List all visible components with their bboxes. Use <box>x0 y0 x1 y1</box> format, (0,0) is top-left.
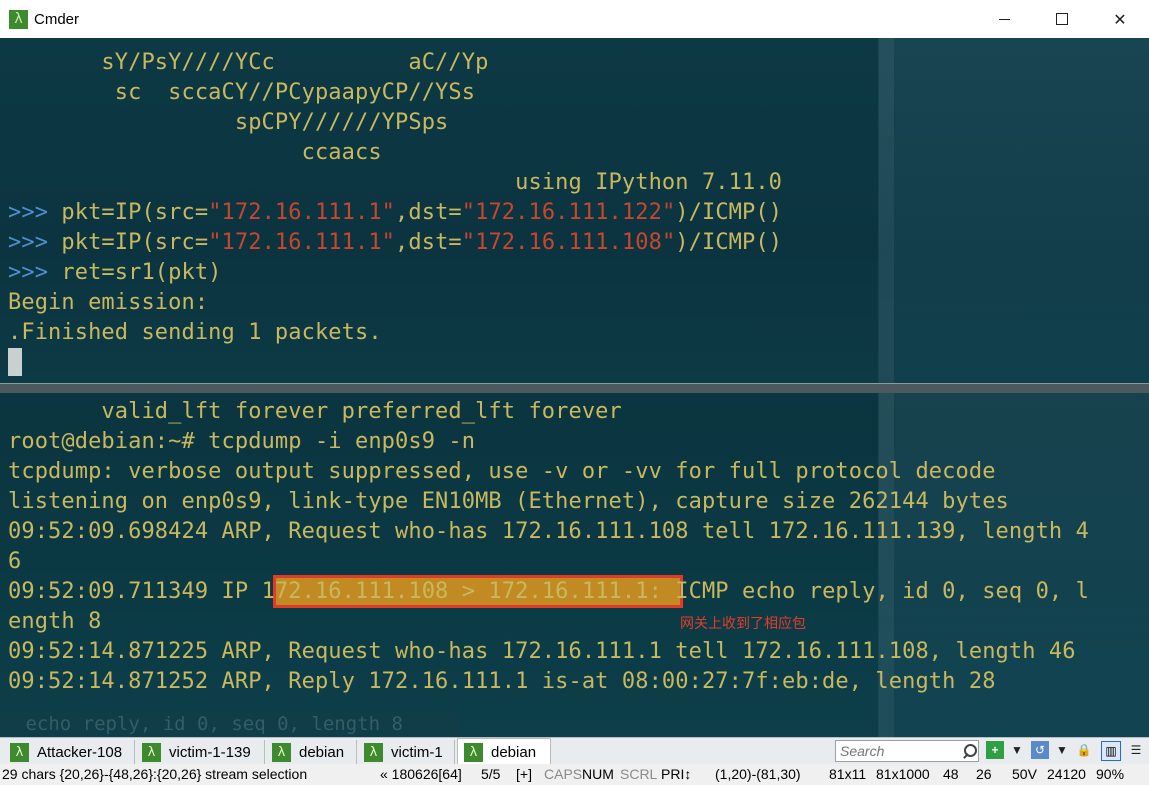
tab-victim-1[interactable]: λ victim-1 <box>358 740 455 764</box>
tab-label: Attacker-108 <box>37 743 123 761</box>
packet-info: : ICMP echo reply, id 0, seq 0, l <box>648 579 1089 604</box>
plus-indicator: [+] <box>516 766 532 782</box>
terminal-line-8: ength 8 <box>8 609 102 634</box>
tab-bar: λ Attacker-108 λ victim-1-139 λ debian λ… <box>0 737 1149 766</box>
command-line-2: >>> pkt=IP(src="172.16.111.1",dst="172.1… <box>8 230 782 255</box>
command-line-3: >>> ret=sr1(pkt) <box>8 260 222 285</box>
code-text: ,dst= <box>395 230 462 255</box>
maximize-button[interactable] <box>1033 0 1091 38</box>
restore-icon[interactable]: ↺ <box>1031 741 1049 759</box>
tab-debian-active[interactable]: λ debian <box>457 738 551 766</box>
tab-attacker-108[interactable]: λ Attacker-108 <box>4 740 135 764</box>
console-pane-bottom[interactable]: valid_lft forever preferred_lft forever … <box>0 393 1149 737</box>
lambda-icon: λ <box>10 742 29 762</box>
search-input[interactable] <box>836 742 960 760</box>
code-text: )/ICMP() <box>675 230 783 255</box>
ipython-banner: using IPython 7.11.0 <box>8 170 783 195</box>
window-size: 81x11 <box>829 766 867 782</box>
status-48: 48 <box>943 766 959 782</box>
menu-icon[interactable]: ☰ <box>1127 741 1145 759</box>
command-line-1: >>> pkt=IP(src="172.16.111.1",dst="172.1… <box>8 200 782 225</box>
tab-label: victim-1 <box>391 743 443 761</box>
status-26: 26 <box>976 766 992 782</box>
lambda-icon: λ <box>464 743 483 762</box>
tab-label: debian <box>299 743 345 761</box>
tab-label: debian <box>491 744 537 761</box>
ascii-line-1: sY/PsY////YCc aC//Yp <box>8 50 489 75</box>
close-button[interactable]: ✕ <box>1091 0 1149 38</box>
chevron-down-icon[interactable]: ▼ <box>1053 741 1071 759</box>
console-count: 5/5 <box>481 766 501 782</box>
string-literal: "172.16.111.108" <box>461 230 676 255</box>
tab-victim-1-139[interactable]: λ victim-1-139 <box>136 740 265 764</box>
background-stripe <box>878 38 894 383</box>
buffer-size: 81x1000 <box>876 766 930 782</box>
caps-indicator: CAPS <box>544 766 583 782</box>
new-console-icon[interactable]: + <box>986 741 1004 759</box>
ghost-text: echo reply, id 0, seq 0, length 8 <box>0 713 459 735</box>
terminal-line-2: root@debian:~# tcpdump -i enp0s9 -n <box>8 429 476 454</box>
title-bar: λ Cmder ✕ <box>0 0 1149 38</box>
search-icon[interactable] <box>960 742 978 760</box>
background-decoration <box>879 38 1149 383</box>
status-bar: 29 chars {20,26}-{48,26}:{20,26} stream … <box>0 764 1149 785</box>
scroll-indicator: SCRL <box>620 766 658 782</box>
lambda-icon: λ <box>142 742 161 762</box>
highlighted-packet: 172.16.111.108 > 172.16.111.1 <box>261 579 649 604</box>
terminal-line-6: 6 <box>8 549 22 574</box>
terminal-line-5: 09:52:09.698424 ARP, Request who-has 172… <box>8 519 1089 544</box>
string-literal: "172.16.111.1" <box>208 200 396 225</box>
chevron-down-icon[interactable]: ▼ <box>1008 741 1026 759</box>
string-literal: "172.16.111.122" <box>461 200 676 225</box>
prompt: >>> <box>8 200 62 225</box>
output-line-2: .Finished sending 1 packets. <box>8 320 382 345</box>
terminal-line-4: listening on enp0s9, link-type EN10MB (E… <box>8 489 1009 514</box>
string-literal: "172.16.111.1" <box>208 230 396 255</box>
code-text: pkt=IP(src= <box>61 230 209 255</box>
lambda-icon: λ <box>364 742 383 762</box>
lock-icon[interactable]: 🔒 <box>1075 741 1093 759</box>
prompt: >>> <box>8 260 62 285</box>
split-view-icon[interactable]: ▥ <box>1101 741 1121 761</box>
tab-label: victim-1-139 <box>169 743 251 761</box>
ascii-line-3: spCPY//////YPSps <box>8 110 449 135</box>
selection-info: 29 chars {20,26}-{48,26}:{20,26} stream … <box>2 766 308 782</box>
window-title: Cmder <box>34 10 80 28</box>
prompt: >>> <box>8 230 62 255</box>
lambda-icon: λ <box>272 742 291 762</box>
nav-indicator[interactable]: « 180626[64] <box>380 766 462 782</box>
lambda-icon: λ <box>9 9 28 29</box>
zoom-level[interactable]: 90% <box>1096 766 1124 782</box>
code-text: ret=sr1(pkt) <box>61 260 222 285</box>
output-line-1: Begin emission: <box>8 290 209 315</box>
text-cursor <box>8 348 22 376</box>
console-pane-top[interactable]: sY/PsY////YCc aC//Yp sc sccaCY//PCypaapy… <box>0 38 1149 383</box>
cursor-range: (1,20)-(81,30) <box>715 766 801 782</box>
code-text: ,dst= <box>395 200 462 225</box>
num-indicator: NUM <box>582 766 614 782</box>
status-50v: 50V <box>1012 766 1037 782</box>
terminal-line-9: 09:52:14.871225 ARP, Request who-has 172… <box>8 639 1076 664</box>
terminal-line-1: valid_lft forever preferred_lft forever <box>8 399 622 424</box>
ascii-line-2: sc sccaCY//PCypaapyCP//YSs <box>8 80 476 105</box>
packet-time: 09:52:09.711349 IP <box>8 579 262 604</box>
ascii-line-4: ccaacs <box>8 140 382 165</box>
annotation-text: 网关上收到了相应包 <box>680 616 806 632</box>
status-24120: 24120 <box>1047 766 1086 782</box>
priority-indicator: PRI↕ <box>661 766 692 782</box>
code-text: )/ICMP() <box>675 200 783 225</box>
tab-debian[interactable]: λ debian <box>266 740 357 764</box>
terminal-line-7: 09:52:09.711349 IP 172.16.111.108 > 172.… <box>8 579 1089 604</box>
search-box[interactable] <box>835 740 979 762</box>
code-text: pkt=IP(src= <box>61 200 209 225</box>
terminal-line-3: tcpdump: verbose output suppressed, use … <box>8 459 996 484</box>
minimize-button[interactable] <box>975 0 1033 38</box>
terminal-line-10: 09:52:14.871252 ARP, Reply 172.16.111.1 … <box>8 669 996 694</box>
